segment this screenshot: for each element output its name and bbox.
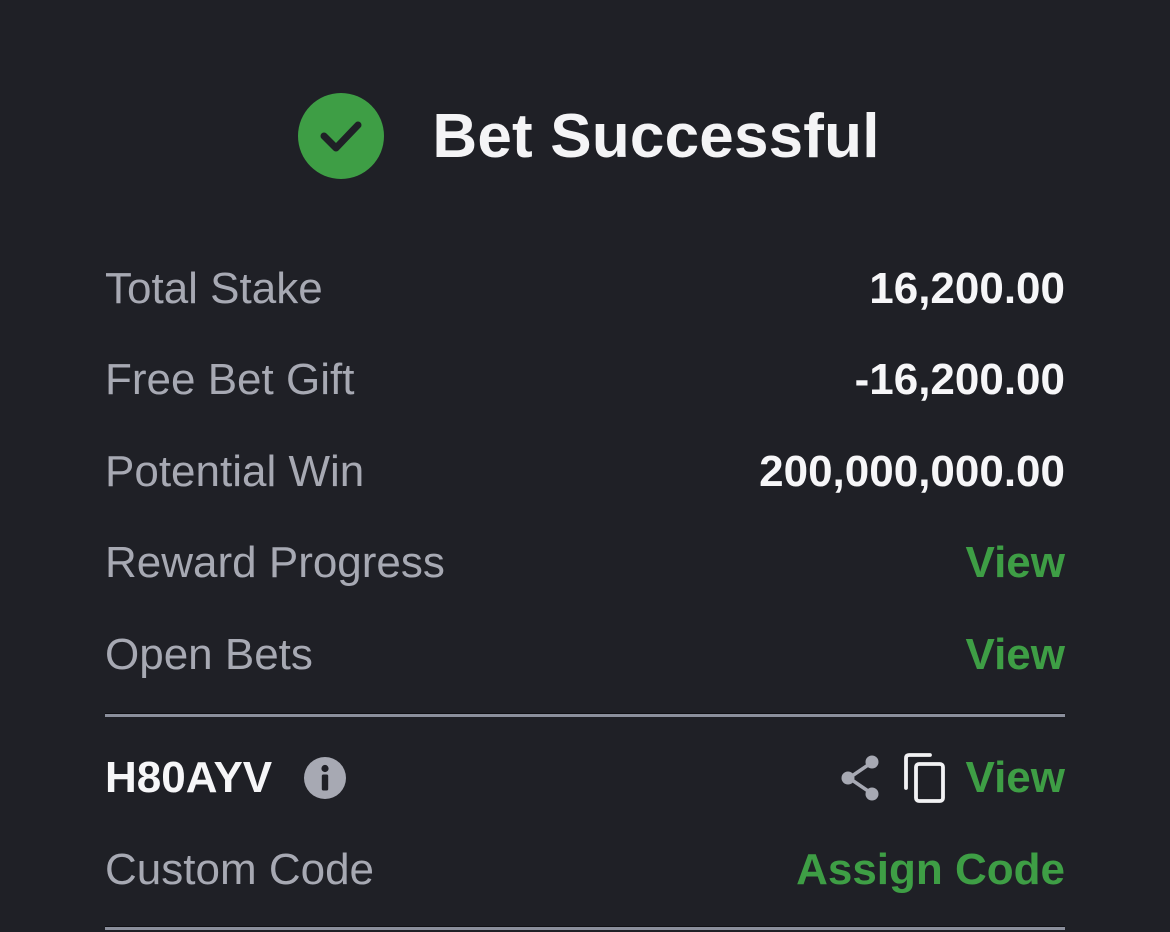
reward-progress-label: Reward Progress xyxy=(105,538,445,588)
divider xyxy=(105,926,1065,930)
booking-code: H80AYV xyxy=(105,753,273,802)
open-bets-label: Open Bets xyxy=(105,629,313,679)
total-stake-row: Total Stake 16,200.00 xyxy=(105,243,1065,335)
potential-win-label: Potential Win xyxy=(105,446,365,496)
copy-icon[interactable] xyxy=(902,752,948,804)
booking-view-link[interactable]: View xyxy=(966,753,1065,803)
free-bet-gift-label: Free Bet Gift xyxy=(105,355,355,405)
reward-progress-view-link[interactable]: View xyxy=(966,538,1065,588)
booking-code-group: H80AYV xyxy=(105,753,347,803)
potential-win-row: Potential Win 200,000,000.00 xyxy=(105,426,1065,518)
divider xyxy=(105,713,1065,717)
bet-success-screen: Bet Successful Total Stake 16,200.00 Fre… xyxy=(0,0,1170,932)
free-bet-gift-value: -16,200.00 xyxy=(854,355,1065,405)
booking-code-actions: View xyxy=(838,752,1065,804)
total-stake-label: Total Stake xyxy=(105,263,323,313)
check-circle-icon xyxy=(298,93,385,179)
page-title: Bet Successful xyxy=(432,101,880,171)
free-bet-gift-row: Free Bet Gift -16,200.00 xyxy=(105,335,1065,427)
info-icon[interactable] xyxy=(304,757,347,799)
share-icon[interactable] xyxy=(838,754,882,802)
assign-code-button[interactable]: Assign Code xyxy=(796,845,1065,895)
success-header: Bet Successful xyxy=(0,90,1170,182)
bet-summary: Total Stake 16,200.00 Free Bet Gift -16,… xyxy=(105,243,1065,701)
open-bets-row: Open Bets View xyxy=(105,609,1065,701)
open-bets-view-link[interactable]: View xyxy=(966,630,1065,680)
custom-code-label: Custom Code xyxy=(105,845,375,894)
total-stake-value: 16,200.00 xyxy=(869,263,1065,313)
booking-code-row: H80AYV View xyxy=(105,734,1065,822)
potential-win-value: 200,000,000.00 xyxy=(759,446,1065,496)
reward-progress-row: Reward Progress View xyxy=(105,518,1065,610)
custom-code-row: Custom Code Assign Code xyxy=(105,826,1065,914)
